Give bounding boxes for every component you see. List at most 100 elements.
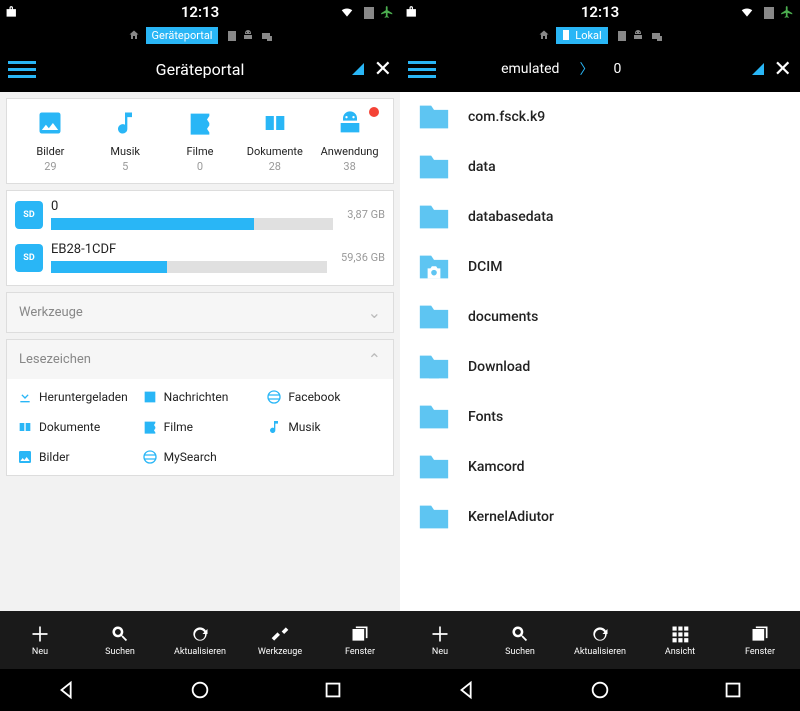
bookmark-documents[interactable]: Dokumente (17, 419, 134, 435)
storage-bar (51, 261, 327, 273)
devices-icon[interactable] (260, 29, 272, 41)
bookmark-music[interactable]: Musik (266, 419, 383, 435)
plus-icon (430, 624, 450, 644)
storage-external[interactable]: SD EB28-1CDF 59,36 GB (15, 242, 385, 273)
android-icon[interactable] (632, 29, 644, 41)
bag-icon (406, 5, 420, 19)
close-button[interactable]: ✕ (374, 57, 392, 82)
window-button[interactable]: Fenster (320, 611, 400, 669)
android-navbar (0, 669, 400, 711)
phone-icon (562, 30, 572, 40)
back-button[interactable] (456, 679, 478, 701)
tools-section-header[interactable]: Werkzeuge ⌄ (6, 292, 394, 333)
folder-item[interactable]: documents (400, 292, 800, 342)
android-icon (336, 109, 364, 137)
search-icon (510, 624, 530, 644)
tools-button[interactable]: Werkzeuge (240, 611, 320, 669)
folder-item[interactable]: data (400, 142, 800, 192)
active-tab[interactable]: Geräteportal (146, 27, 219, 44)
storage-panel: SD 0 3,87 GB SD EB28-1CDF 59,36 GB (6, 190, 394, 286)
menu-button[interactable] (8, 55, 36, 83)
search-button[interactable]: Suchen (80, 611, 160, 669)
film-icon (142, 419, 158, 435)
category-music[interactable]: Musik5 (88, 109, 163, 173)
folder-icon (414, 400, 454, 434)
bookmarks-section-header[interactable]: Lesezeichen ⌃ (6, 339, 394, 379)
sd-card-icon: SD (15, 201, 43, 229)
tab-bar: Geräteportal (0, 24, 400, 46)
menu-button[interactable] (408, 55, 436, 83)
folder-name: data (468, 159, 496, 175)
back-button[interactable] (56, 679, 78, 701)
book-icon (17, 419, 33, 435)
bookmark-downloaded[interactable]: Heruntergeladen (17, 389, 134, 405)
content-area[interactable]: com.fsck.k9 data databasedataDCIM documents… (400, 92, 800, 611)
storage-name: 0 (51, 199, 333, 214)
devices-icon[interactable] (650, 29, 662, 41)
folder-item[interactable]: DCIM (400, 242, 800, 292)
category-apps[interactable]: Anwendung38 (312, 109, 387, 173)
view-button[interactable]: Ansicht (640, 611, 720, 669)
home-button[interactable] (189, 679, 211, 701)
refresh-button[interactable]: Aktualisieren (160, 611, 240, 669)
new-button[interactable]: Neu (0, 611, 80, 669)
folder-list: com.fsck.k9 data databasedataDCIM documents… (400, 92, 800, 542)
category-images[interactable]: Bilder29 (13, 109, 88, 173)
section-label: Lesezeichen (19, 352, 91, 367)
active-tab[interactable]: Lokal (556, 27, 607, 44)
bookmark-images[interactable]: Bilder (17, 449, 134, 465)
folder-item[interactable]: Fonts (400, 392, 800, 442)
folder-name: Fonts (468, 409, 503, 425)
folder-name: documents (468, 309, 538, 325)
home-icon[interactable] (538, 29, 550, 41)
search-icon (110, 624, 130, 644)
bookmark-messages[interactable]: Nachrichten (142, 389, 259, 405)
close-button[interactable]: ✕ (774, 57, 792, 82)
new-button[interactable]: Neu (400, 611, 480, 669)
status-clock: 12:13 (181, 3, 219, 21)
bookmark-facebook[interactable]: Facebook (266, 389, 383, 405)
refresh-button[interactable]: Aktualisieren (560, 611, 640, 669)
folder-item[interactable]: databasedata (400, 192, 800, 242)
film-icon (186, 109, 214, 137)
categories-panel: Bilder29 Musik5 Filme0 Dokumente28 Anwen… (6, 98, 394, 184)
folder-icon (414, 150, 454, 184)
plus-icon (30, 624, 50, 644)
dropdown-indicator[interactable] (752, 63, 764, 75)
recent-button[interactable] (322, 679, 344, 701)
wifi-icon (740, 5, 754, 19)
header: emulated 〉 0 ✕ (400, 46, 800, 92)
folder-item[interactable]: com.fsck.k9 (400, 92, 800, 142)
breadcrumb-segment[interactable]: emulated (501, 61, 559, 77)
phone-icon[interactable] (224, 29, 236, 41)
home-button[interactable] (589, 679, 611, 701)
phone-icon[interactable] (614, 29, 626, 41)
image-icon (36, 109, 64, 137)
folder-item[interactable]: KernelAdiutor (400, 492, 800, 542)
header-title: Geräteportal (156, 60, 245, 79)
chevron-up-icon: ⌃ (368, 350, 381, 369)
dropdown-indicator[interactable] (352, 63, 364, 75)
breadcrumb-segment[interactable]: 0 (613, 61, 621, 77)
category-films[interactable]: Filme0 (163, 109, 238, 173)
category-documents[interactable]: Dokumente28 (237, 109, 312, 173)
bookmarks-grid: Heruntergeladen Nachrichten Facebook Dok… (6, 379, 394, 476)
music-icon (111, 109, 139, 137)
folder-item[interactable]: Kamcord (400, 442, 800, 492)
status-bar: 12:13 (0, 0, 400, 24)
window-button[interactable]: Fenster (720, 611, 800, 669)
recent-button[interactable] (722, 679, 744, 701)
bookmark-mysearch[interactable]: MySearch (142, 449, 259, 465)
book-icon (261, 109, 289, 137)
breadcrumb[interactable]: emulated 〉 0 (501, 59, 621, 79)
bookmark-films[interactable]: Filme (142, 419, 259, 435)
tab-label: Lokal (575, 29, 601, 42)
bottom-toolbar: Neu Suchen Aktualisieren Werkzeuge Fenst… (0, 611, 400, 669)
home-icon[interactable] (128, 29, 140, 41)
folder-icon (414, 200, 454, 234)
android-icon[interactable] (242, 29, 254, 41)
storage-internal[interactable]: SD 0 3,87 GB (15, 199, 385, 230)
folder-item[interactable]: Download (400, 342, 800, 392)
search-button[interactable]: Suchen (480, 611, 560, 669)
doc-icon (142, 389, 158, 405)
